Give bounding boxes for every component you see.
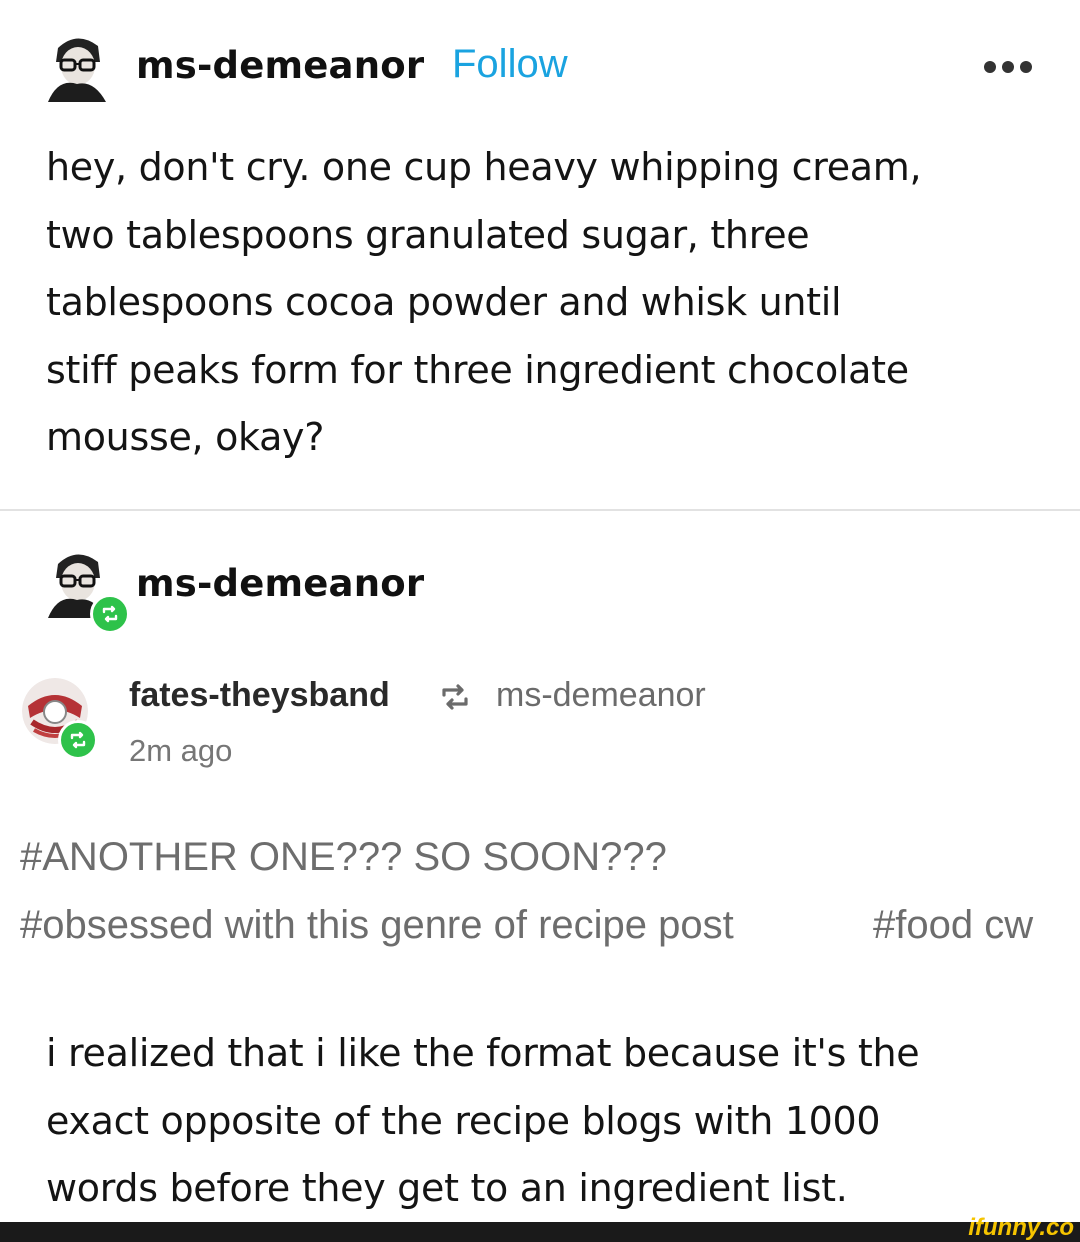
reblog-source-name[interactable]: ms-demeanor [496,676,706,715]
post-body-line: tablespoons cocoa powder and whisk until [46,280,842,324]
divider [0,509,1080,511]
post-body-line: hey, don't cry. one cup heavy whipping c… [46,145,922,189]
post-body-line: mousse, okay? [46,415,325,459]
bottom-bar [0,1222,1080,1242]
tag-link[interactable]: #food cw [873,903,1033,948]
reblog-author-name[interactable]: ms-demeanor [136,562,424,605]
reblog-body-line: exact opposite of the recipe blogs with … [46,1099,881,1143]
tag-link[interactable]: #ANOTHER ONE??? SO SOON??? [20,835,667,880]
reblog-body-line: i realized that i like the format becaus… [46,1031,920,1075]
more-options-icon[interactable] [984,56,1042,78]
reblog-username[interactable]: fates-theysband [129,676,390,715]
reblog-badge-icon [58,720,98,760]
tag-link[interactable]: #obsessed with this genre of recipe post [20,903,734,948]
reblog-badge-icon [90,594,130,634]
watermark-logo: ifunny.co [968,1214,1074,1241]
timestamp: 2m ago [129,733,233,768]
post-author-name[interactable]: ms-demeanor [136,44,424,87]
post-body-line: two tablespoons granulated sugar, three [46,213,810,257]
post-body-line: stiff peaks form for three ingredient ch… [46,348,909,392]
reblog-icon [438,680,472,714]
author-avatar[interactable] [44,32,110,102]
reblog-body-line: words before they get to an ingredient l… [46,1166,848,1210]
follow-button[interactable]: Follow [452,42,568,87]
